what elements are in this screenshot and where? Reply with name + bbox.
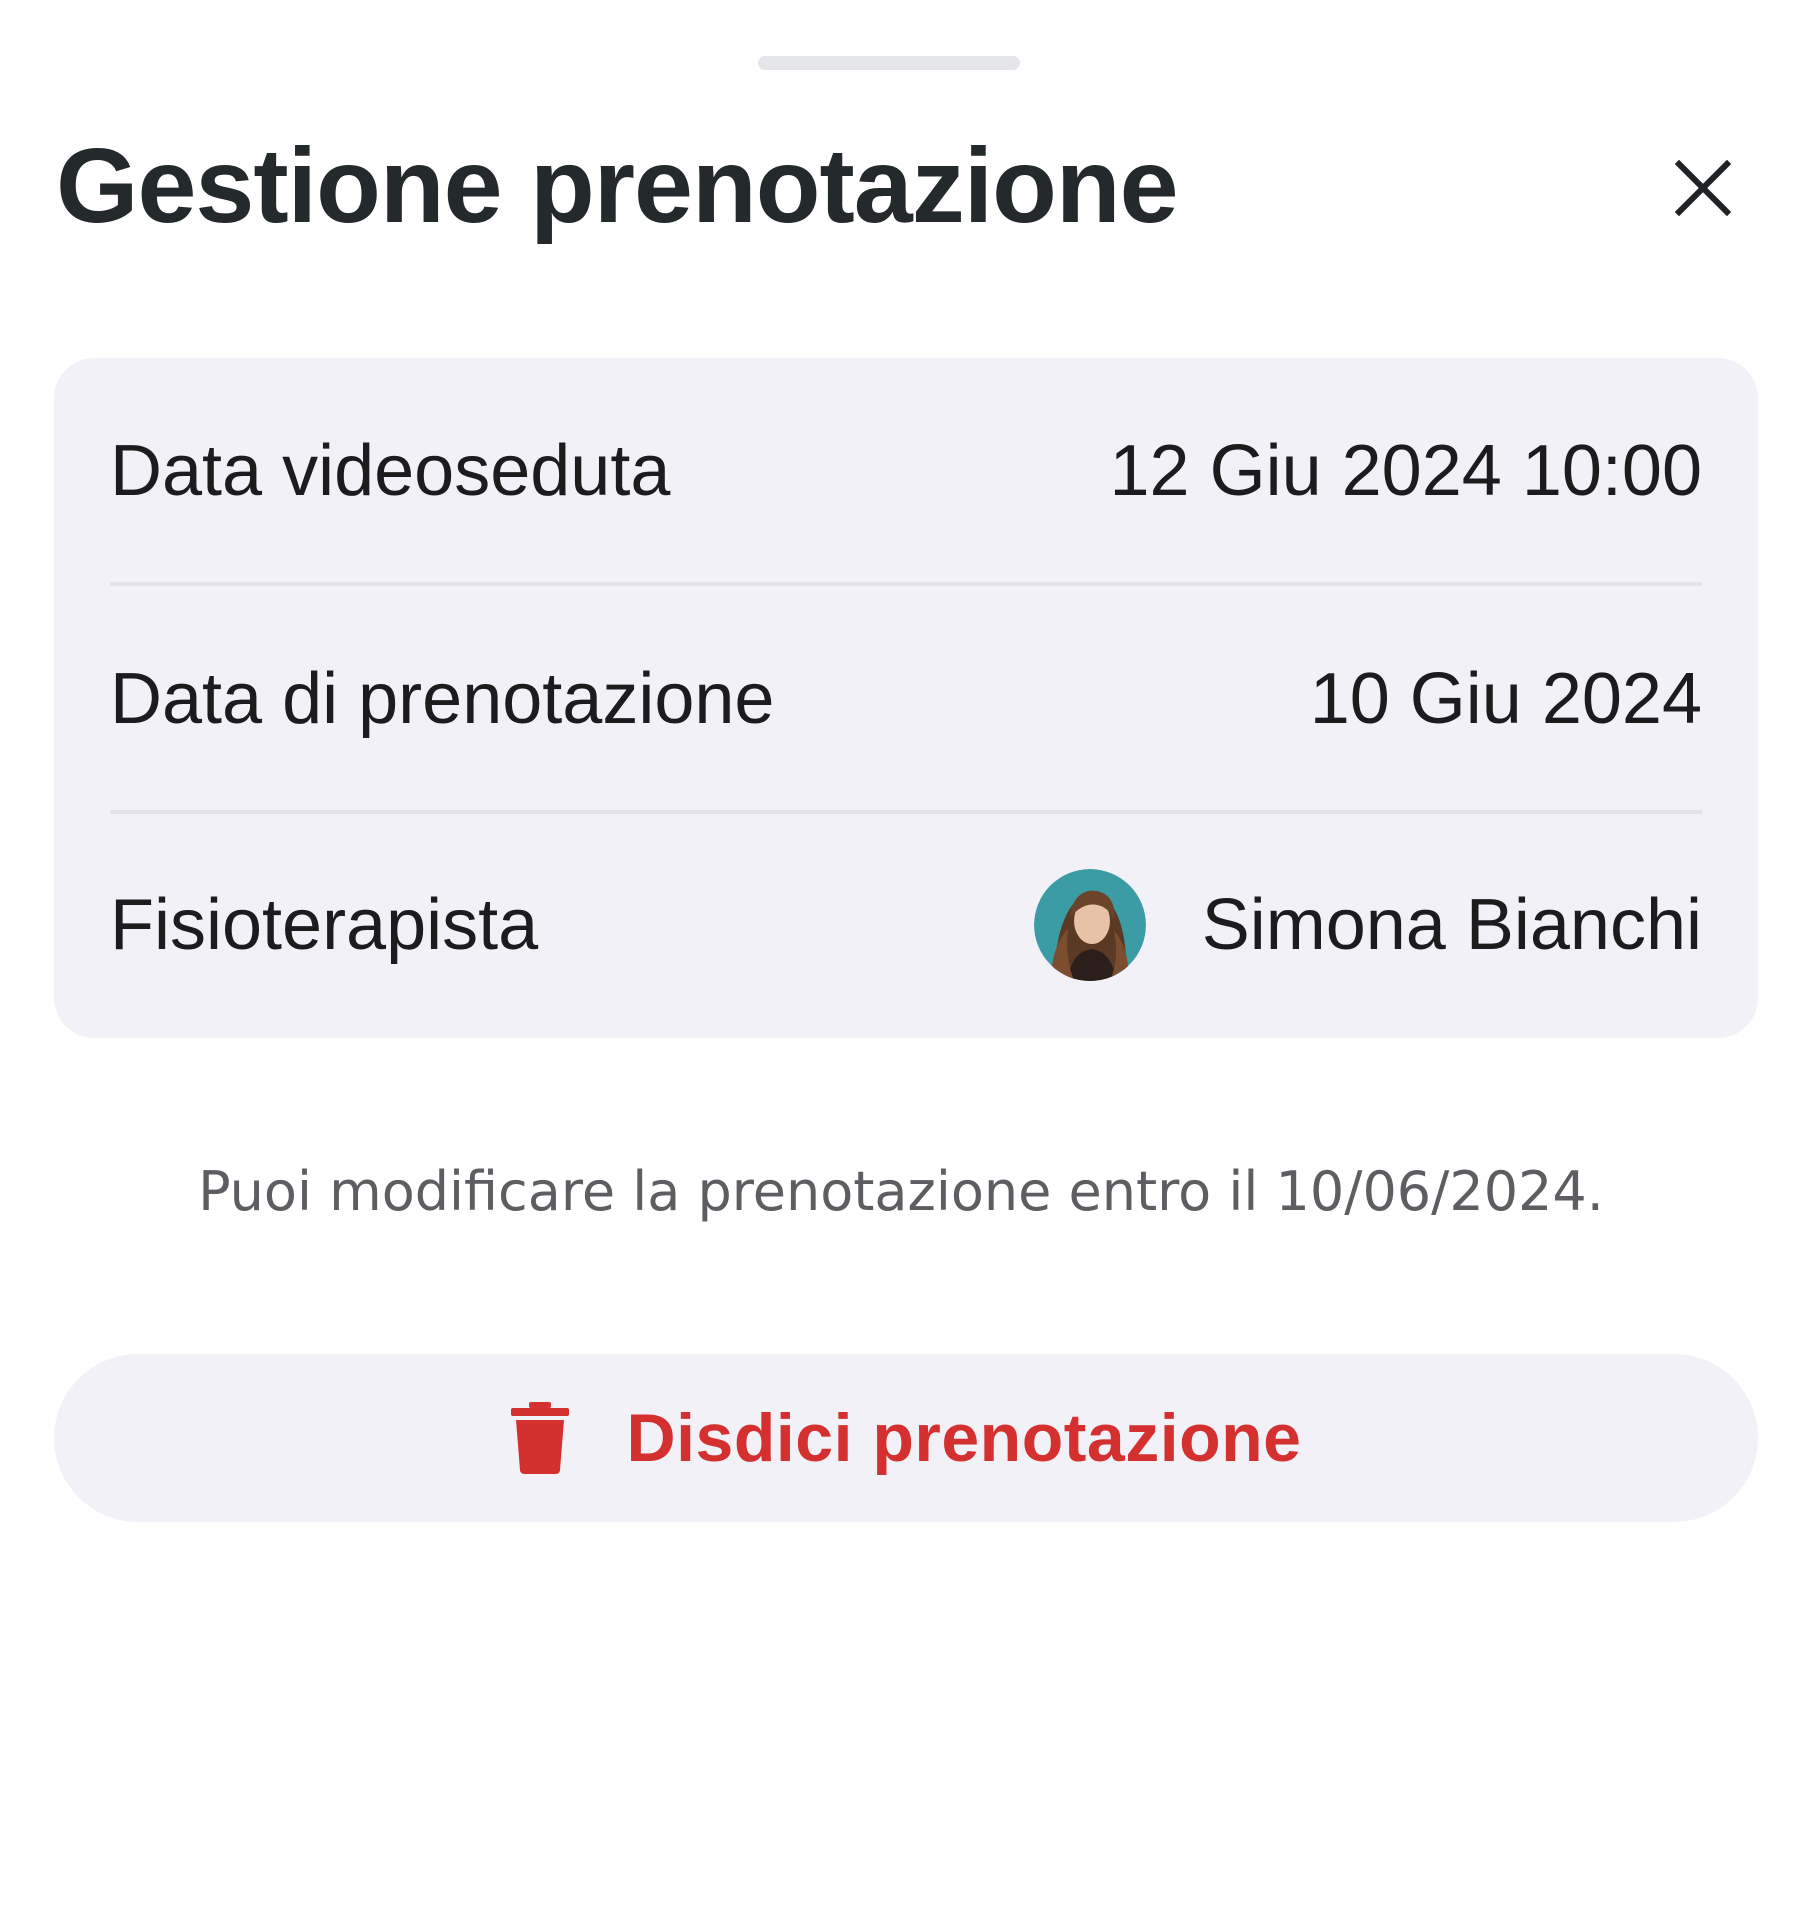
details-row-physiotherapist: Fisioterapista Simona Bianchi	[110, 812, 1702, 1038]
modification-deadline-note: Puoi modificare la prenotazione entro il…	[198, 1160, 1604, 1223]
booking-date-label: Data di prenotazione	[110, 659, 775, 739]
drag-handle[interactable]	[758, 56, 1020, 70]
physiotherapist-label: Fisioterapista	[110, 885, 539, 965]
booking-date-value: 10 Giu 2024	[1309, 659, 1702, 739]
cancel-booking-label: Disdici prenotazione	[626, 1400, 1302, 1476]
cancel-booking-button[interactable]: Disdici prenotazione	[54, 1354, 1758, 1522]
details-row-session-date: Data videoseduta 12 Giu 2024 10:00	[110, 358, 1702, 584]
physiotherapist-name: Simona Bianchi	[1201, 885, 1702, 965]
session-date-value: 12 Giu 2024 10:00	[1109, 431, 1703, 511]
close-icon	[1675, 160, 1731, 216]
trash-icon	[510, 1402, 569, 1474]
details-row-booking-date: Data di prenotazione 10 Giu 2024	[110, 586, 1702, 812]
physiotherapist-info: Simona Bianchi	[1033, 869, 1702, 981]
session-date-label: Data videoseduta	[110, 431, 671, 511]
booking-details-card: Data videoseduta 12 Giu 2024 10:00 Data …	[54, 358, 1758, 1038]
booking-management-sheet: Gestione prenotazione Data videoseduta 1…	[0, 0, 1802, 1912]
avatar	[1033, 869, 1146, 981]
page-title: Gestione prenotazione	[56, 127, 1179, 245]
close-button[interactable]	[1663, 148, 1743, 228]
